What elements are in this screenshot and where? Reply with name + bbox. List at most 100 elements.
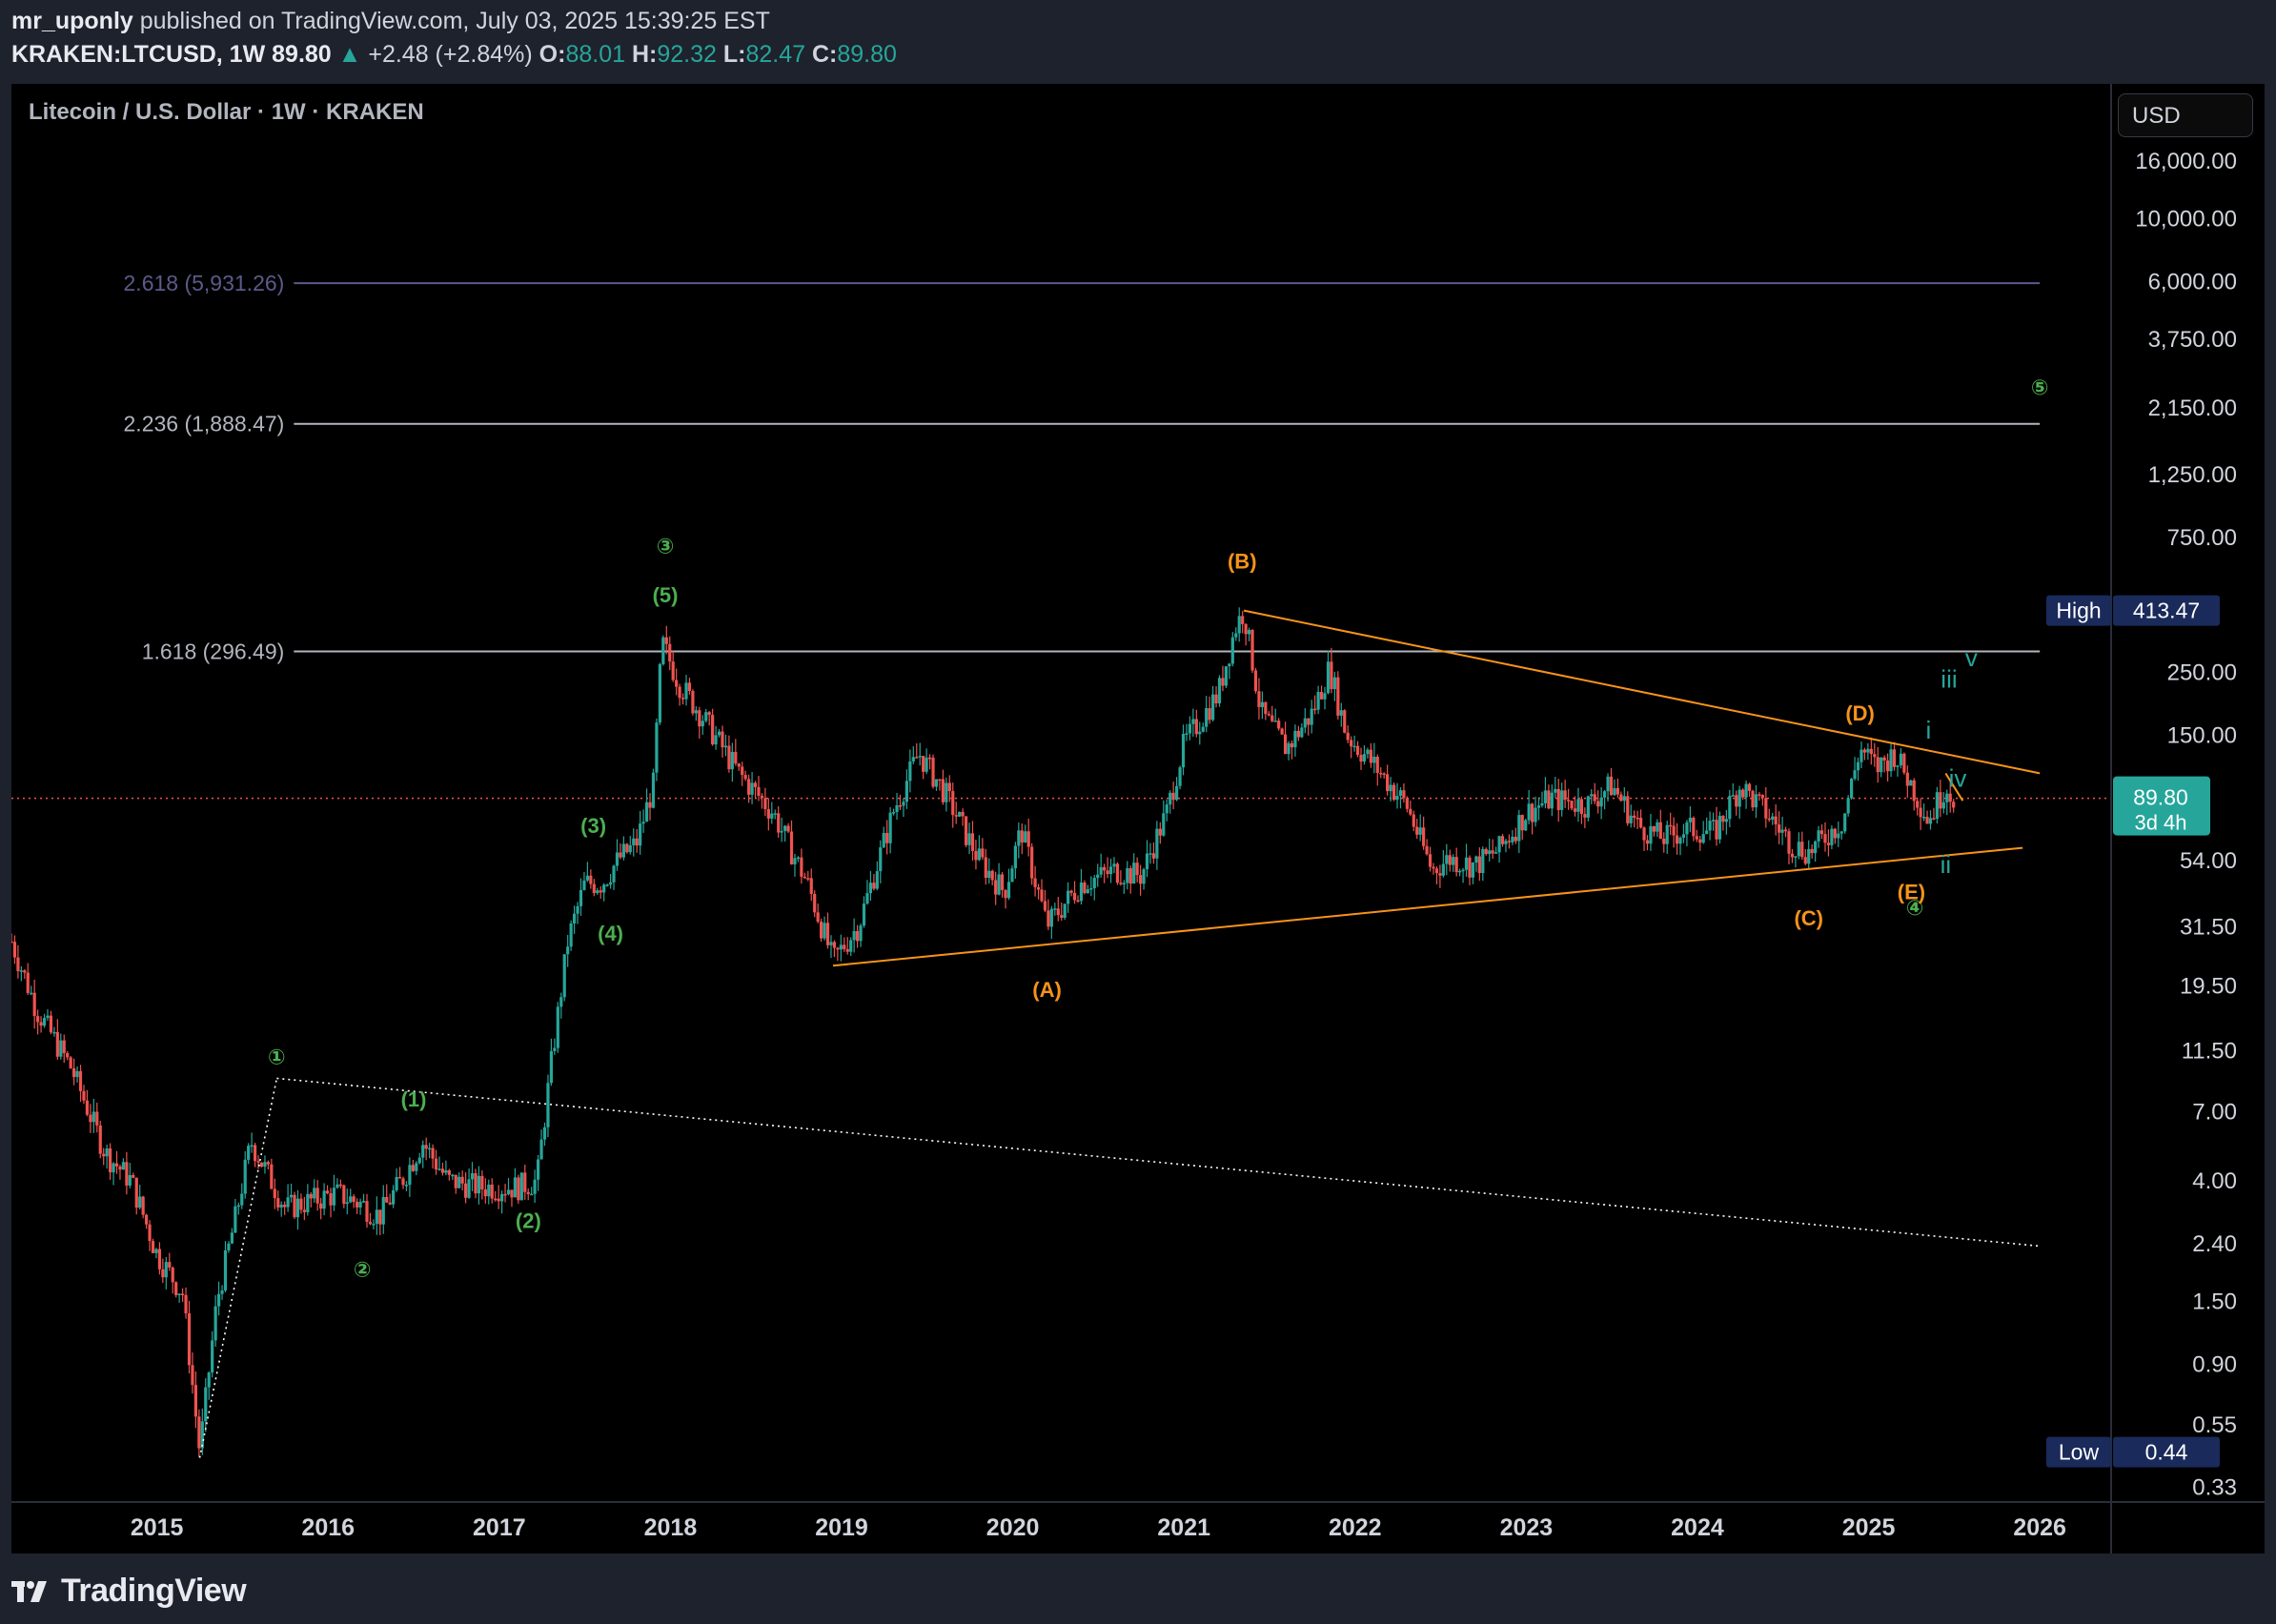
candle-body <box>329 1193 333 1206</box>
candle-body <box>154 1248 158 1253</box>
candle-body <box>177 1293 181 1295</box>
candle-body <box>1108 866 1113 875</box>
candle-body <box>1807 848 1811 864</box>
candle-body <box>1013 845 1017 869</box>
candle-body <box>727 745 731 770</box>
candle-body <box>1155 828 1159 859</box>
candle-body <box>947 782 951 792</box>
currency-button[interactable]: USD <box>2118 93 2253 137</box>
candle-body <box>184 1294 188 1314</box>
candle-body <box>1850 779 1854 799</box>
candle-body <box>865 893 869 904</box>
candle-body <box>1237 616 1241 634</box>
candle-body <box>852 930 856 941</box>
candle-body <box>1488 850 1492 855</box>
candle-body <box>984 857 987 879</box>
candle-body <box>1652 825 1656 832</box>
year-tick-label: 2019 <box>815 1514 868 1541</box>
year-tick-label: 2017 <box>473 1514 526 1541</box>
candle-body <box>1889 749 1893 772</box>
candle-body <box>1010 868 1014 883</box>
candle-body <box>69 1057 72 1068</box>
candle-body <box>499 1193 504 1202</box>
high-tag: High 413.47 <box>2046 595 2220 626</box>
candle-body <box>1939 792 1942 809</box>
candle-body <box>1181 733 1186 768</box>
header: mr_uponly published on TradingView.com, … <box>0 0 2276 80</box>
candle-body <box>1208 708 1211 721</box>
candle-body <box>1856 761 1860 771</box>
trendline <box>198 1078 278 1458</box>
candle-body <box>1724 819 1728 822</box>
tradingview-logo[interactable]: TradingView <box>11 1573 247 1610</box>
candle-body <box>1613 787 1616 796</box>
candle-body <box>1089 887 1093 890</box>
candle-body <box>85 1100 90 1115</box>
candle-body <box>1675 835 1679 844</box>
candle-body <box>1283 734 1288 755</box>
roman-wave-label: iii <box>1941 664 1957 693</box>
price-chart[interactable]: 16,000.00 10,000.00 6,000.00 3,750.00 2,150.… <box>11 84 2265 1553</box>
candle-body <box>1778 824 1781 833</box>
candle-body <box>1477 856 1481 874</box>
candle-body <box>464 1183 468 1198</box>
publisher-name[interactable]: mr_uponly <box>11 8 133 34</box>
candle-body <box>164 1262 168 1278</box>
candle-body <box>1326 661 1331 694</box>
candle-body <box>1205 708 1209 727</box>
candle-body <box>1531 803 1534 822</box>
candle-body <box>1494 852 1498 854</box>
candle-body <box>447 1170 451 1175</box>
candle-body <box>279 1205 283 1208</box>
candle-body <box>1369 749 1372 763</box>
candle-body <box>596 890 599 894</box>
candle-body <box>671 661 675 680</box>
candle-body <box>770 813 774 819</box>
chart-pane[interactable]: 16,000.00 10,000.00 6,000.00 3,750.00 2,150.… <box>11 84 2265 1553</box>
candle-body <box>546 1083 550 1127</box>
candle-body <box>299 1198 303 1210</box>
candle-body <box>1468 857 1472 878</box>
candle-body <box>628 844 632 853</box>
candle-body <box>1839 831 1843 834</box>
candle-body <box>454 1174 457 1188</box>
candle-body <box>325 1190 330 1194</box>
candle-body <box>882 832 885 848</box>
candle-body <box>517 1177 520 1201</box>
low-tag-label: Low <box>2059 1440 2100 1465</box>
candle-body <box>1688 818 1692 822</box>
candle-body <box>1932 818 1936 820</box>
candle-body <box>349 1196 353 1203</box>
candle-body <box>1941 802 1945 809</box>
candle-body <box>141 1196 145 1215</box>
candle-body <box>112 1163 115 1173</box>
candle-body <box>161 1269 165 1278</box>
candle-body <box>572 913 577 924</box>
candle-body <box>1033 878 1037 887</box>
candle-body <box>1063 903 1067 918</box>
candle-body <box>1175 785 1179 801</box>
candle-body <box>506 1189 511 1195</box>
wave-label: (C) <box>1794 906 1823 930</box>
candle-body <box>753 782 758 787</box>
price-tick-label: 31.50 <box>2180 915 2237 941</box>
candle-body <box>723 745 728 748</box>
candle-body <box>816 912 820 923</box>
candle-body <box>1717 815 1722 840</box>
candle-body <box>451 1174 455 1177</box>
candle-body <box>1928 818 1933 824</box>
candle-body <box>941 779 945 802</box>
last-price-value: 89.80 <box>272 41 332 68</box>
candle-body <box>270 1164 274 1189</box>
candle-body <box>1296 730 1300 738</box>
candle-body <box>302 1209 306 1212</box>
candle-body <box>1395 795 1399 801</box>
candle-body <box>32 992 36 1017</box>
candle-body <box>1507 841 1512 842</box>
candle-body <box>335 1184 339 1188</box>
candle-body <box>1375 756 1379 773</box>
candle-body <box>1069 890 1073 893</box>
candle-body <box>1067 890 1070 904</box>
candle-body <box>773 813 777 815</box>
candle-body <box>786 825 790 832</box>
